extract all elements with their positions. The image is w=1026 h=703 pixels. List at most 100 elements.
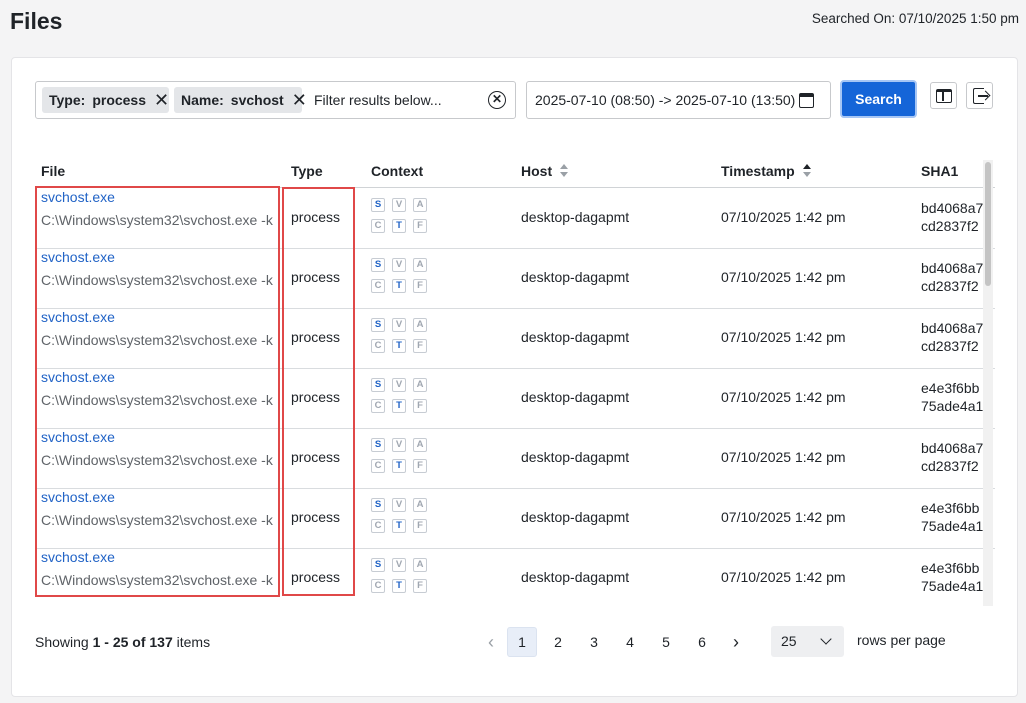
context-badge-f[interactable]: F [413, 519, 427, 533]
context-badge-f[interactable]: F [413, 399, 427, 413]
context-badge-v[interactable]: V [392, 498, 406, 512]
context-badge-t[interactable]: T [392, 339, 406, 353]
column-header-timestamp[interactable]: Timestamp [721, 163, 812, 179]
prev-page-button[interactable]: ‹ [476, 627, 506, 657]
files-table: File Type Context Host Timestamp SHA1 sv… [35, 156, 995, 606]
next-page-button[interactable]: › [721, 627, 751, 657]
page-button-4[interactable]: 4 [615, 627, 645, 657]
context-badge-s[interactable]: S [371, 558, 385, 572]
file-name-link[interactable]: svchost.exe [41, 189, 115, 205]
table-row[interactable]: svchost.exe C:\Windows\system32\svchost.… [35, 249, 995, 309]
context-badge-c[interactable]: C [371, 579, 385, 593]
host-name: desktop-dagapmt [521, 389, 630, 405]
table-row[interactable]: svchost.exe C:\Windows\system32\svchost.… [35, 369, 995, 429]
context-badge-a[interactable]: A [413, 198, 427, 212]
table-row[interactable]: svchost.exe C:\Windows\system32\svchost.… [35, 549, 995, 606]
context-badge-f[interactable]: F [413, 459, 427, 473]
rows-per-page-value: 25 [781, 633, 797, 649]
context-badge-v[interactable]: V [392, 438, 406, 452]
page-button-1[interactable]: 1 [507, 627, 537, 657]
column-header-label: Host [521, 163, 553, 179]
search-button[interactable]: Search [840, 80, 917, 118]
context-badge-a[interactable]: A [413, 318, 427, 332]
context-badge-a[interactable]: A [413, 558, 427, 572]
date-range-picker[interactable]: 2025-07-10 (08:50) -> 2025-07-10 (13:50) [526, 81, 831, 119]
context-badge-v[interactable]: V [392, 318, 406, 332]
filter-chip-name: Name: svchost ✕ [174, 87, 307, 113]
calendar-icon[interactable] [799, 93, 814, 108]
context-badge-v[interactable]: V [392, 198, 406, 212]
context-badge-f[interactable]: F [413, 279, 427, 293]
context-badge-t[interactable]: T [392, 279, 406, 293]
context-badge-s[interactable]: S [371, 378, 385, 392]
context-badge-a[interactable]: A [413, 378, 427, 392]
column-header-host[interactable]: Host [521, 163, 569, 179]
timestamp: 07/10/2025 1:42 pm [721, 209, 846, 225]
context-badge-f[interactable]: F [413, 339, 427, 353]
context-badge-v[interactable]: V [392, 258, 406, 272]
context-badge-t[interactable]: T [392, 459, 406, 473]
columns-button[interactable] [930, 82, 957, 109]
column-header-context[interactable]: Context [371, 163, 423, 179]
context-badge-c[interactable]: C [371, 459, 385, 473]
sort-ascending-icon[interactable] [802, 164, 812, 178]
close-icon[interactable]: ✕ [154, 91, 169, 109]
column-header-type[interactable]: Type [291, 163, 323, 179]
context-badge-t[interactable]: T [392, 219, 406, 233]
table-row[interactable]: svchost.exe C:\Windows\system32\svchost.… [35, 489, 995, 549]
clear-filter-icon[interactable]: ✕ [488, 91, 506, 109]
context-badge-c[interactable]: C [371, 219, 385, 233]
context-badge-a[interactable]: A [413, 498, 427, 512]
context-badge-s[interactable]: S [371, 498, 385, 512]
file-name-link[interactable]: svchost.exe [41, 249, 115, 265]
column-header-sha1[interactable]: SHA1 [921, 163, 958, 179]
chip-key: Name: [181, 92, 224, 108]
sort-icon[interactable] [560, 164, 569, 178]
file-name-link[interactable]: svchost.exe [41, 489, 115, 505]
timestamp: 07/10/2025 1:42 pm [721, 509, 846, 525]
context-badge-v[interactable]: V [392, 558, 406, 572]
table-row[interactable]: svchost.exe C:\Windows\system32\svchost.… [35, 309, 995, 369]
file-type: process [291, 389, 341, 405]
page-button-2[interactable]: 2 [543, 627, 573, 657]
file-path: C:\Windows\system32\svchost.exe -k [41, 452, 273, 468]
table-row[interactable]: svchost.exe C:\Windows\system32\svchost.… [35, 429, 995, 489]
context-badge-c[interactable]: C [371, 339, 385, 353]
file-name-link[interactable]: svchost.exe [41, 429, 115, 445]
filter-input[interactable] [314, 88, 484, 112]
context-badge-s[interactable]: S [371, 438, 385, 452]
context-badge-a[interactable]: A [413, 258, 427, 272]
context-badge-a[interactable]: A [413, 438, 427, 452]
context-badge-t[interactable]: T [392, 399, 406, 413]
filter-bar[interactable]: Type: process ✕ Name: svchost ✕ ✕ [35, 81, 516, 119]
context-badge-f[interactable]: F [413, 219, 427, 233]
context-badge-s[interactable]: S [371, 318, 385, 332]
export-button[interactable] [966, 82, 993, 109]
context-badge-s[interactable]: S [371, 198, 385, 212]
context-badge-c[interactable]: C [371, 279, 385, 293]
file-name-link[interactable]: svchost.exe [41, 369, 115, 385]
file-path: C:\Windows\system32\svchost.exe -k [41, 212, 273, 228]
context-badge-c[interactable]: C [371, 399, 385, 413]
file-path: C:\Windows\system32\svchost.exe -k [41, 572, 273, 588]
context-badge-f[interactable]: F [413, 579, 427, 593]
scrollbar-thumb[interactable] [985, 162, 991, 286]
table-row[interactable]: svchost.exe C:\Windows\system32\svchost.… [35, 189, 995, 249]
table-scrollbar[interactable] [983, 160, 993, 606]
close-icon[interactable]: ✕ [292, 91, 307, 109]
file-type: process [291, 329, 341, 345]
page-button-5[interactable]: 5 [651, 627, 681, 657]
column-header-file[interactable]: File [41, 163, 65, 179]
file-type: process [291, 569, 341, 585]
context-badge-t[interactable]: T [392, 519, 406, 533]
host-name: desktop-dagapmt [521, 569, 630, 585]
page-button-6[interactable]: 6 [687, 627, 717, 657]
context-badge-s[interactable]: S [371, 258, 385, 272]
file-name-link[interactable]: svchost.exe [41, 549, 115, 565]
rows-per-page-select[interactable]: 25 [771, 626, 844, 657]
context-badge-c[interactable]: C [371, 519, 385, 533]
context-badge-v[interactable]: V [392, 378, 406, 392]
page-button-3[interactable]: 3 [579, 627, 609, 657]
file-name-link[interactable]: svchost.exe [41, 309, 115, 325]
context-badge-t[interactable]: T [392, 579, 406, 593]
